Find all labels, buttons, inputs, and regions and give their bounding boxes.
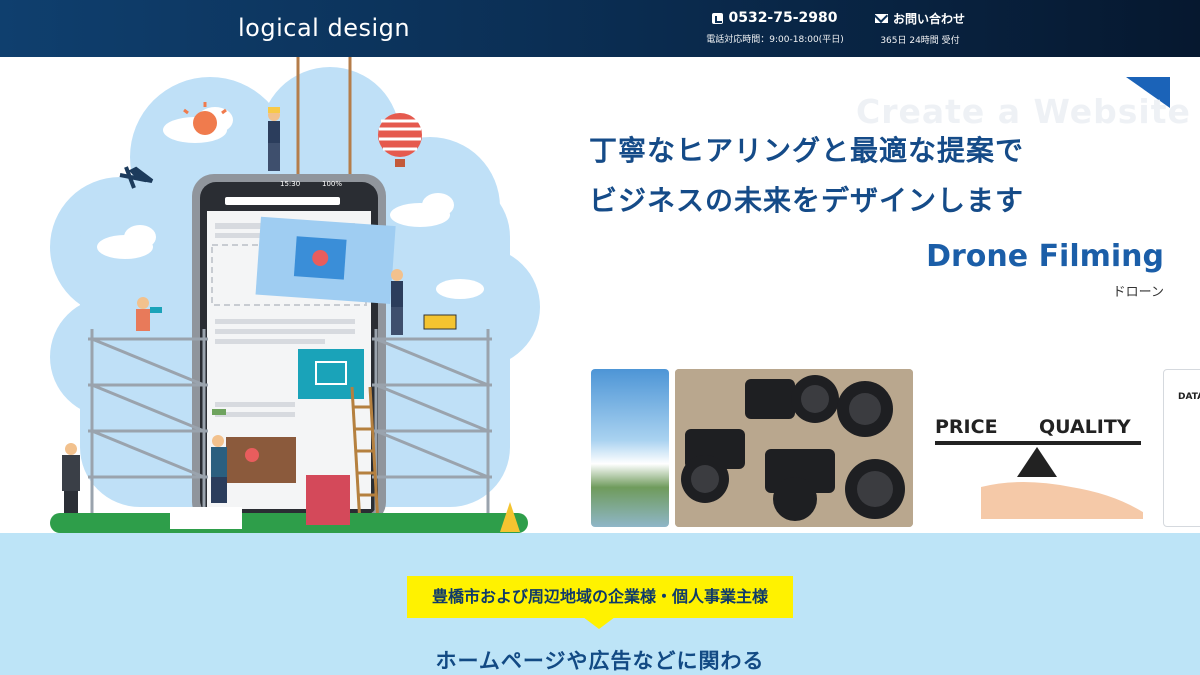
person-businessman — [62, 443, 80, 525]
hero-slider: 15:30 100% Create a Website 丁寧なヒアリングと最適な… — [0, 57, 1200, 533]
website-construction-illustration: 15:30 100% — [50, 57, 540, 533]
thumb-data[interactable]: DATA — [1163, 369, 1200, 527]
slide-thumbnails: PRICE QUALITY DATA — [591, 369, 1200, 529]
person-worker-right — [391, 269, 403, 335]
phone-time: 15:30 — [280, 180, 300, 188]
data-label: DATA — [1178, 392, 1200, 402]
price-label: PRICE — [935, 416, 998, 438]
service-title-jp: ドローン — [1112, 285, 1164, 300]
site-logo[interactable]: logical design — [238, 14, 410, 42]
badge-pointer — [583, 617, 615, 629]
worker-figure — [268, 107, 280, 171]
ghost-heading: Create a Website — [856, 92, 1191, 131]
video-panel — [255, 216, 396, 304]
hero-headline-line2: ビジネスの未来をデザインします — [589, 184, 1025, 217]
phone-icon — [712, 12, 724, 24]
thumb-cameras[interactable] — [675, 369, 913, 527]
quality-label: QUALITY — [1039, 416, 1131, 438]
inquiry-hours: 365日 24時間 受付 — [880, 36, 960, 46]
phone-contact[interactable]: 0532-75-2980 電話対応時間：9:00-18:00(平日) — [705, 10, 845, 45]
target-badge: 豊橋市および周辺地域の企業様・個人事業主様 — [407, 576, 793, 618]
service-title-en: Drone Filming — [926, 239, 1164, 274]
site-header: logical design 0532-75-2980 電話対応時間：9:00-… — [0, 0, 1200, 57]
mail-icon — [874, 14, 888, 23]
phone-hours: 電話対応時間：9:00-18:00(平日) — [706, 35, 844, 45]
inquiry-label[interactable]: お問い合わせ — [893, 10, 965, 27]
thumb-price-quality[interactable]: PRICE QUALITY — [921, 369, 1143, 527]
intro-section: 豊橋市および周辺地域の企業様・個人事業主様 ホームページや広告などに関わる — [0, 533, 1200, 675]
inquiry-contact[interactable]: お問い合わせ 365日 24時間 受付 — [865, 10, 975, 46]
thumb-landscape[interactable] — [591, 369, 669, 527]
intro-heading: ホームページや広告などに関わる — [435, 649, 765, 673]
phone-number[interactable]: 0532-75-2980 — [728, 10, 837, 26]
hero-headline-line1: 丁寧なヒアリングと最適な提案で — [589, 134, 1025, 167]
phone-battery: 100% — [322, 180, 342, 188]
